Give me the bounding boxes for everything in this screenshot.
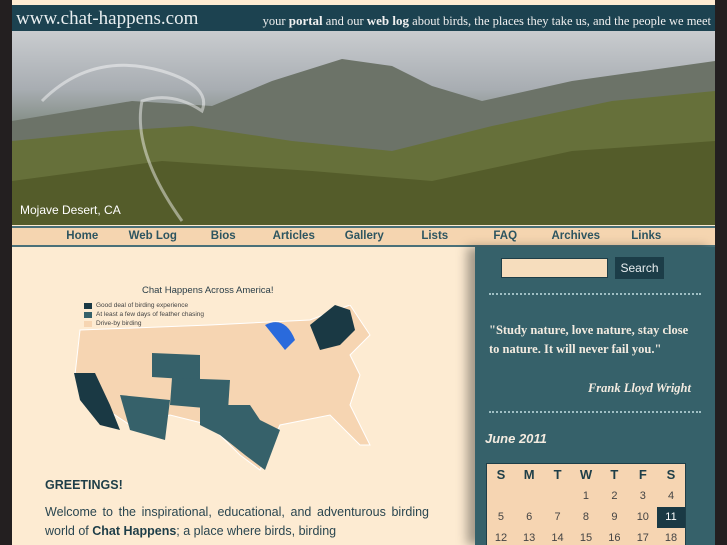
calendar-day[interactable]: 16	[600, 528, 628, 545]
nav-links[interactable]: Links	[611, 228, 682, 245]
calendar-week: 5 6 7 8 9 10 11	[487, 506, 686, 528]
calendar-week: 12 13 14 15 16 17 18	[487, 528, 686, 545]
nav-articles[interactable]: Articles	[259, 228, 330, 245]
calendar-day[interactable]: 18	[657, 528, 685, 545]
tagline: your portal and our web log about birds,…	[263, 13, 711, 29]
greetings-heading: GREETINGS!	[45, 478, 123, 492]
nav-web-log[interactable]: Web Log	[118, 228, 189, 245]
tagline-text: and our	[322, 14, 367, 28]
calendar: S M T W T F S 1 2 3 4 5 6 7 8 9 10 11 12 13 14 15 16 17 18	[486, 463, 686, 545]
divider	[489, 411, 701, 413]
sidebar: Search "Study nature, love nature, stay …	[475, 247, 715, 545]
calendar-day[interactable]: 2	[600, 486, 628, 507]
tagline-text: about birds, the places they take us, an…	[409, 14, 711, 28]
calendar-day[interactable]: 9	[600, 507, 628, 528]
nav-gallery[interactable]: Gallery	[329, 228, 400, 245]
calendar-month: June 2011	[485, 431, 547, 446]
calendar-day-header: S	[496, 467, 506, 483]
brand-name: Chat Happens	[92, 524, 177, 538]
banner-caption: Mojave Desert, CA	[20, 203, 121, 217]
calendar-day[interactable]: 15	[572, 528, 600, 545]
calendar-day[interactable]: 1	[572, 486, 600, 507]
calendar-day[interactable]: 10	[629, 507, 657, 528]
landscape-illustration	[12, 59, 715, 225]
calendar-day[interactable]: 4	[657, 486, 685, 507]
us-map	[74, 305, 371, 471]
quote-text: "Study nature, love nature, stay close t…	[489, 323, 689, 356]
calendar-day[interactable]: 3	[629, 486, 657, 507]
nav-faq[interactable]: FAQ	[470, 228, 541, 245]
calendar-day[interactable]: 5	[487, 507, 515, 528]
calendar-day-header: T	[610, 467, 619, 483]
nav-bios[interactable]: Bios	[188, 228, 259, 245]
calendar-day[interactable]: 8	[572, 507, 600, 528]
tagline-text: your	[262, 14, 289, 28]
calendar-day-header: W	[579, 467, 593, 483]
calendar-day-header: T	[553, 467, 562, 483]
calendar-empty	[487, 486, 515, 507]
calendar-day[interactable]: 17	[629, 528, 657, 545]
calendar-day-header: M	[523, 467, 535, 483]
quote-author: Frank Lloyd Wright	[587, 381, 691, 395]
divider	[489, 293, 701, 295]
welcome-text: Welcome to the inspirational, educationa…	[45, 503, 429, 541]
nav-lists[interactable]: Lists	[400, 228, 471, 245]
calendar-day[interactable]: 6	[515, 507, 543, 528]
header: www.chat-happens.com your portal and our…	[12, 5, 715, 31]
calendar-day[interactable]: 13	[515, 528, 543, 545]
map-title: Chat Happens Across America!	[142, 285, 274, 296]
calendar-day-header: S	[666, 467, 676, 483]
calendar-day[interactable]: 11	[657, 506, 686, 528]
calendar-day[interactable]: 14	[543, 528, 571, 545]
calendar-day[interactable]: 12	[487, 528, 515, 545]
tagline-weblog: web log	[366, 13, 410, 28]
nav-archives[interactable]: Archives	[541, 228, 612, 245]
nav-home[interactable]: Home	[47, 228, 118, 245]
banner-image: Mojave Desert, CA	[12, 31, 715, 225]
tagline-portal: portal	[288, 13, 323, 28]
nav-bar: Home Web Log Bios Articles Gallery Lists…	[12, 226, 715, 247]
welcome-text-part: ; a place where birds, birding	[176, 524, 337, 538]
calendar-empty	[543, 486, 571, 507]
search-input[interactable]	[501, 258, 608, 278]
calendar-empty	[515, 486, 543, 507]
page: www.chat-happens.com your portal and our…	[12, 0, 715, 545]
search-button[interactable]: Search	[615, 257, 664, 279]
calendar-day-header: F	[638, 467, 647, 483]
site-title[interactable]: www.chat-happens.com	[16, 8, 198, 30]
calendar-day[interactable]: 7	[543, 507, 571, 528]
calendar-week: 1234	[487, 486, 686, 507]
